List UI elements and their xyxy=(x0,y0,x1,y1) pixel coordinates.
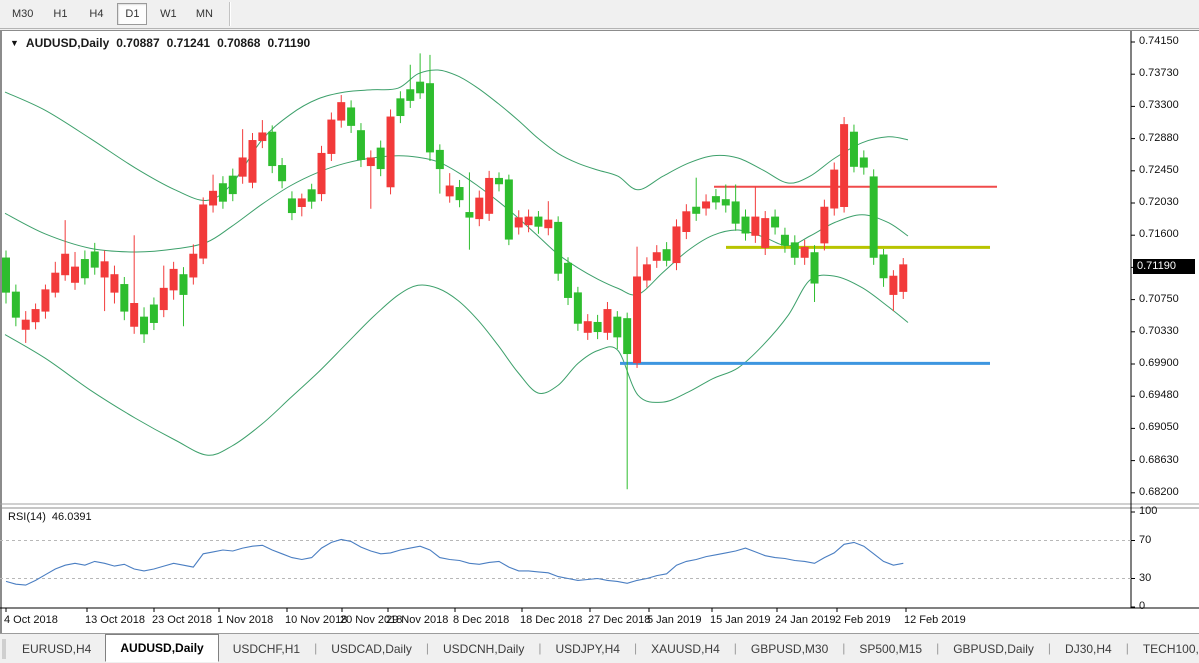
price-axis-label: 0.69900 xyxy=(1139,357,1179,369)
date-axis-label: 5 Jan 2019 xyxy=(647,614,701,626)
tab-gbpusd-m30[interactable]: GBPUSD,M30 xyxy=(737,637,842,661)
tab-usdcnh-daily[interactable]: USDCNH,Daily xyxy=(429,637,538,661)
date-axis-label: 24 Jan 2019 xyxy=(775,614,836,626)
tab-tech100-h1[interactable]: TECH100,H1 xyxy=(1129,637,1199,661)
price-axis-label: 0.68200 xyxy=(1139,486,1179,498)
chart-close-value: 0.71190 xyxy=(267,36,310,50)
date-axis-label: 8 Dec 2018 xyxy=(453,614,509,626)
rsi-axis-label: 100 xyxy=(1139,505,1157,517)
rsi-pane xyxy=(0,540,1131,586)
date-axis-label: 4 Oct 2018 xyxy=(4,614,58,626)
price-axis-label: 0.69480 xyxy=(1139,389,1179,401)
rsi-axis-label: 30 xyxy=(1139,572,1151,584)
price-axis-label: 0.69050 xyxy=(1139,421,1179,433)
symbol-tab-bar: EURUSD,H4AUDUSD,DailyUSDCHF,H1|USDCAD,Da… xyxy=(0,633,1199,663)
price-axis-label: 0.70750 xyxy=(1139,293,1179,305)
tab-sp500-m15[interactable]: SP500,M15 xyxy=(845,637,936,661)
price-axis-label: 0.70330 xyxy=(1139,325,1179,337)
price-axis-label: 0.73730 xyxy=(1139,67,1179,79)
tab-gbpusd-daily[interactable]: GBPUSD,Daily xyxy=(939,637,1048,661)
date-axis-label: 15 Jan 2019 xyxy=(710,614,771,626)
chart-symbol-label: AUDUSD,Daily xyxy=(26,36,109,50)
chart-low-value: 0.70868 xyxy=(217,36,260,50)
tabbar-grip xyxy=(2,639,6,659)
rsi-name: RSI(14) xyxy=(8,511,46,523)
price-axis-label: 0.68630 xyxy=(1139,454,1179,466)
current-price-badge: 0.71190 xyxy=(1133,259,1195,274)
date-axis-label: 13 Oct 2018 xyxy=(85,614,145,626)
price-chart-canvas[interactable] xyxy=(0,0,1199,663)
tab-usdjpy-h4[interactable]: USDJPY,H4 xyxy=(541,637,633,661)
tab-eurusd-h4[interactable]: EURUSD,H4 xyxy=(8,637,105,661)
rsi-axis-label: 0 xyxy=(1139,600,1145,612)
date-axis-label: 1 Nov 2018 xyxy=(217,614,273,626)
price-axis-label: 0.72880 xyxy=(1139,132,1179,144)
main-pane xyxy=(3,53,998,489)
price-axis-label: 0.73300 xyxy=(1139,99,1179,111)
rsi-value: 46.0391 xyxy=(52,511,92,523)
price-axis-label: 0.72450 xyxy=(1139,164,1179,176)
date-axis-label: 12 Feb 2019 xyxy=(904,614,966,626)
tab-usdcad-daily[interactable]: USDCAD,Daily xyxy=(317,637,426,661)
tab-xauusd-h4[interactable]: XAUUSD,H4 xyxy=(637,637,734,661)
bollinger-lower-band xyxy=(5,275,908,455)
date-axis-label: 18 Dec 2018 xyxy=(520,614,582,626)
rsi-indicator-label: RSI(14) 46.0391 xyxy=(8,511,92,523)
tab-usdchf-h1[interactable]: USDCHF,H1 xyxy=(219,637,314,661)
date-axis-label: 27 Dec 2018 xyxy=(588,614,650,626)
date-axis-label: 23 Oct 2018 xyxy=(152,614,212,626)
chart-open-value: 0.70887 xyxy=(116,36,159,50)
price-axis-label: 0.72030 xyxy=(1139,196,1179,208)
date-axis-label: 29 Nov 2018 xyxy=(386,614,448,626)
rsi-axis-label: 70 xyxy=(1139,534,1151,546)
chevron-down-icon[interactable]: ▼ xyxy=(10,38,19,48)
tab-audusd-daily[interactable]: AUDUSD,Daily xyxy=(105,634,218,662)
bollinger-upper-band xyxy=(5,70,908,201)
price-axis-label: 0.71600 xyxy=(1139,228,1179,240)
price-axis-label: 0.74150 xyxy=(1139,35,1179,47)
tabs-container: EURUSD,H4AUDUSD,DailyUSDCHF,H1|USDCAD,Da… xyxy=(8,637,1199,662)
chart-title: ▼ AUDUSD,Daily 0.70887 0.71241 0.70868 0… xyxy=(10,36,310,50)
chart-high-value: 0.71241 xyxy=(167,36,210,50)
date-axis-label: 2 Feb 2019 xyxy=(835,614,891,626)
date-axis-label: 10 Nov 2018 xyxy=(285,614,347,626)
tab-dj30-h4[interactable]: DJ30,H4 xyxy=(1051,637,1126,661)
